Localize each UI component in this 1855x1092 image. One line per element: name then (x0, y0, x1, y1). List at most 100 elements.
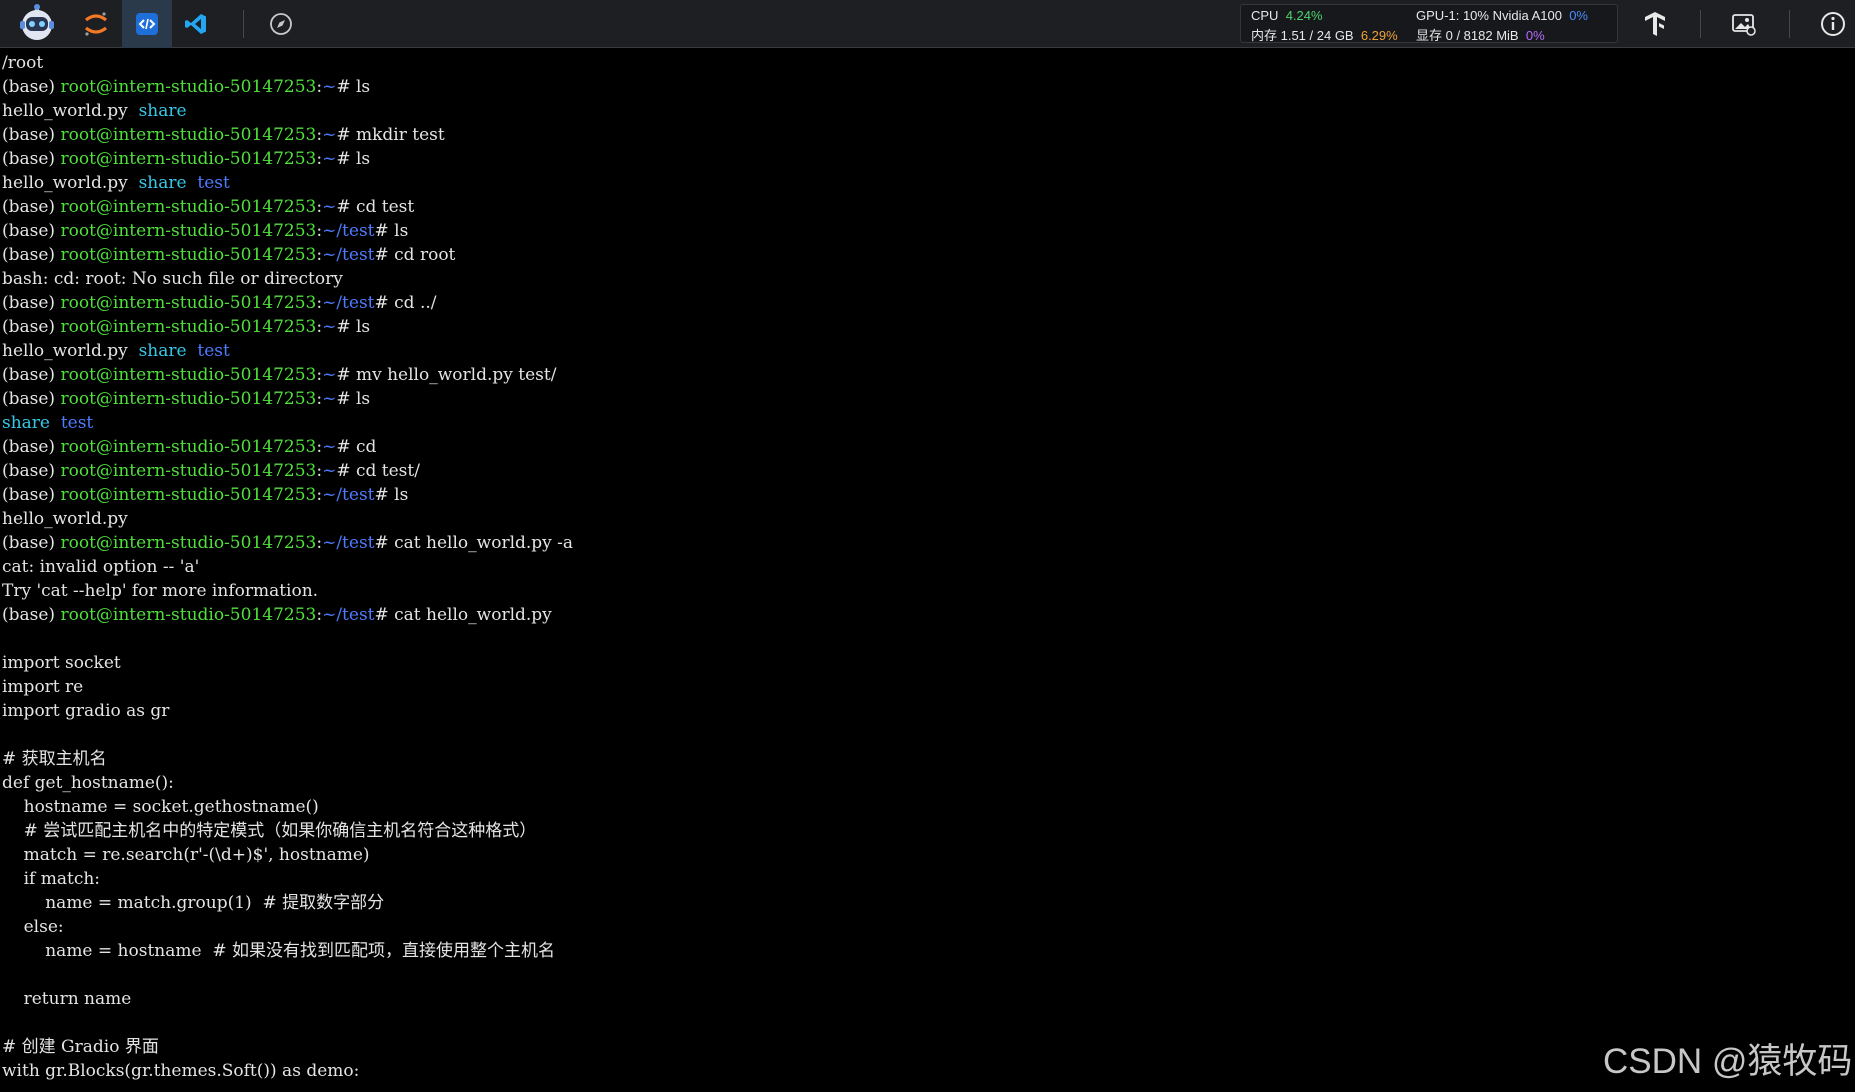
terminal-text: hello_world.py (2, 101, 139, 121)
terminal-line: hello_world.py (2, 507, 1852, 531)
terminal-line: else: (2, 915, 1852, 939)
dir-entry: share (138, 173, 187, 193)
terminal-text: # cd ../ (374, 293, 437, 313)
prompt-path: ~/test (322, 245, 375, 265)
terminal-line: hostname = socket.gethostname() (2, 795, 1852, 819)
terminal-line: (base) root@intern-studio-50147253:~/tes… (2, 531, 1852, 555)
terminal-text: (base) (2, 605, 61, 625)
terminal-line: (base) root@intern-studio-50147253:~# cd… (2, 459, 1852, 483)
info-icon[interactable] (1811, 0, 1855, 48)
cpu-percent: 4.24% (1285, 8, 1323, 23)
terminal-text: # ls (374, 485, 409, 505)
prompt-path: ~ (322, 317, 337, 337)
csdn-watermark: CSDN @猿牧码 (1603, 1042, 1853, 1081)
terminal-text: hostname = socket.gethostname() (2, 797, 319, 817)
terminal-text: name = match.group(1) # 提取数字部分 (2, 893, 385, 913)
robot-logo-icon[interactable] (12, 0, 62, 48)
terminal-line: /root (2, 51, 1852, 75)
jupyter-icon[interactable] (72, 0, 120, 48)
terminal-text: import gradio as gr (2, 701, 170, 721)
terminal-text: return name (2, 989, 132, 1009)
prompt-path: ~ (322, 149, 337, 169)
terminal-line: name = hostname # 如果没有找到匹配项，直接使用整个主机名 (2, 939, 1852, 963)
prompt-path: ~ (322, 389, 337, 409)
dir-entry: share (138, 341, 187, 361)
terminal-line: (base) root@intern-studio-50147253:~# mv… (2, 363, 1852, 387)
terminal-line: import socket (2, 651, 1852, 675)
terminal-line: # 获取主机名 (2, 747, 1852, 771)
terminal-text: (base) (2, 293, 61, 313)
terminal-text: # ls (336, 77, 371, 97)
terminal-text: (base) (2, 533, 61, 553)
terminal-text: (base) (2, 317, 61, 337)
terminal-text: (base) (2, 149, 61, 169)
memory-usage: 内存 1.51 / 24 GB 6.29% (1251, 25, 1398, 44)
prompt-path: ~/test (322, 533, 375, 553)
terminal-text: # mv hello_world.py test/ (336, 365, 557, 385)
terminal-line: hello_world.py share test (2, 171, 1852, 195)
terminal-line: (base) root@intern-studio-50147253:~# ls (2, 75, 1852, 99)
terminal-line: return name (2, 987, 1852, 1011)
prompt-user-host: root@intern-studio-50147253 (60, 197, 317, 217)
terminal-line: (base) root@intern-studio-50147253:~# ls (2, 315, 1852, 339)
terminal-text: import socket (2, 653, 121, 673)
terminal-line: with gr.Blocks(gr.themes.Soft()) as demo… (2, 1059, 1852, 1083)
terminal-line: bash: cd: root: No such file or director… (2, 267, 1852, 291)
terminal-text: else: (2, 917, 64, 937)
prompt-path: ~/test (322, 221, 375, 241)
dir-entry: share (2, 413, 50, 433)
terminal-text: (base) (2, 77, 61, 97)
gpu-percent: 0% (1569, 8, 1588, 23)
terminal-text: # mkdir test (336, 125, 445, 145)
terminal-output[interactable]: /root (base) root@intern-studio-50147253:… (2, 51, 1852, 1092)
prompt-user-host: root@intern-studio-50147253 (60, 125, 317, 145)
prompt-path: ~ (322, 197, 337, 217)
terminal-text: (base) (2, 365, 61, 385)
tensorboard-icon[interactable] (1631, 0, 1679, 48)
terminal-line: (base) root@intern-studio-50147253:~# cd (2, 435, 1852, 459)
terminal-text: with gr.Blocks(gr.themes.Soft()) as demo… (2, 1061, 360, 1081)
prompt-path: test (197, 173, 230, 193)
terminal-line: (base) root@intern-studio-50147253:~# ls (2, 387, 1852, 411)
terminal-text: (base) (2, 221, 61, 241)
cpu-usage: CPU 4.24% (1251, 8, 1323, 23)
terminal-text: # 尝试匹配主机名中的特定模式（如果你确信主机名符合这种格式） (2, 821, 537, 841)
terminal-text: # ls (374, 221, 409, 241)
prompt-user-host: root@intern-studio-50147253 (60, 485, 317, 505)
terminal-line: (base) root@intern-studio-50147253:~/tes… (2, 603, 1852, 627)
terminal-line: import gradio as gr (2, 699, 1852, 723)
gpu-label: GPU-1: 10% Nvidia A100 (1416, 8, 1562, 23)
terminal-line: cat: invalid option -- 'a' (2, 555, 1852, 579)
terminal-line: match = re.search(r'-(\d+)$', hostname) (2, 843, 1852, 867)
terminal-line: (base) root@intern-studio-50147253:~# cd… (2, 195, 1852, 219)
image-gallery-icon[interactable] (1720, 0, 1768, 48)
terminal-line: (base) root@intern-studio-50147253:~/tes… (2, 219, 1852, 243)
terminal-text: (base) (2, 461, 61, 481)
terminal-text: hello_world.py (2, 509, 128, 529)
prompt-path: ~/test (322, 485, 375, 505)
terminal-text: (base) (2, 485, 61, 505)
terminal-text: # 创建 Gradio 界面 (2, 1037, 159, 1057)
terminal-text: (base) (2, 125, 61, 145)
vram-usage: 显存 0 / 8182 MiB 0% (1416, 25, 1545, 44)
compass-icon[interactable] (257, 0, 305, 48)
terminal-line: (base) root@intern-studio-50147253:~# ls (2, 147, 1852, 171)
prompt-path: ~ (322, 437, 337, 457)
terminal-line: (base) root@intern-studio-50147253:~/tes… (2, 243, 1852, 267)
code-server-icon[interactable] (122, 0, 172, 48)
terminal-text: # cat hello_world.py -a (374, 533, 574, 553)
terminal-text: def get_hostname(): (2, 773, 174, 793)
vscode-icon[interactable] (172, 0, 220, 48)
prompt-path: test (197, 341, 230, 361)
terminal-text: if match: (2, 869, 101, 889)
cpu-label: CPU (1251, 8, 1279, 23)
terminal-line: if match: (2, 867, 1852, 891)
prompt-path: ~ (322, 125, 337, 145)
terminal-text: # cd (336, 437, 377, 457)
